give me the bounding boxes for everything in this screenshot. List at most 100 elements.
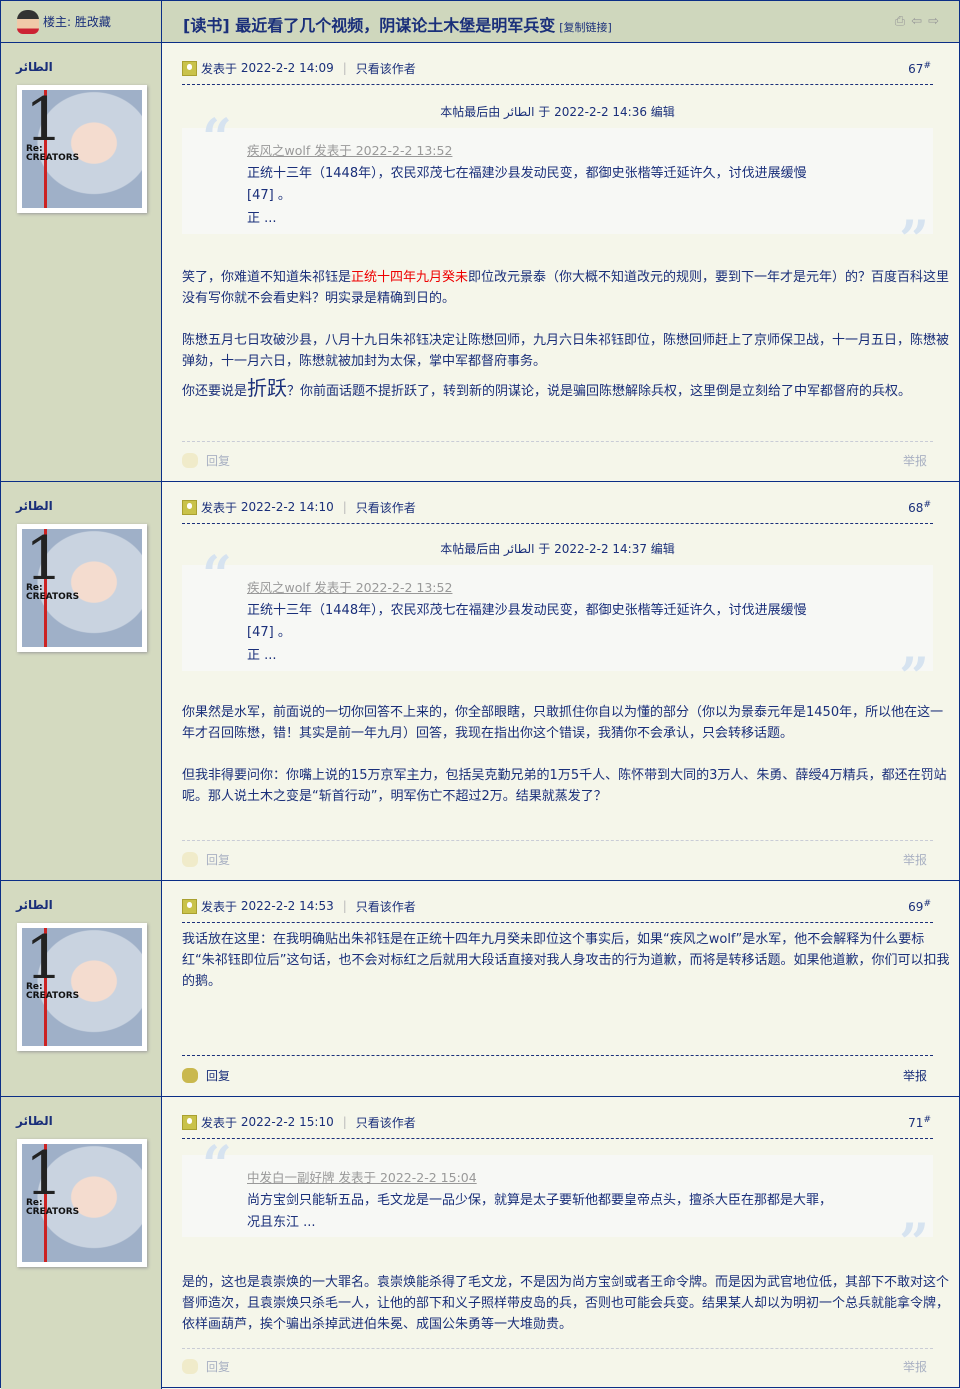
divider	[182, 922, 933, 923]
post-meta: 发表于 2022-2-2 15:10 | 只看该作者 71#	[182, 1113, 933, 1131]
floor-number[interactable]: 69#	[908, 899, 931, 914]
quote-block: “ 疾风之wolf 发表于 2022-2-2 13:52 正统十三年（1448年），…	[182, 108, 933, 265]
post-meta: 发表于 2022-2-2 14:09 | 只看该作者 67#	[182, 59, 933, 77]
quote-close-icon: ”	[899, 646, 929, 708]
reply-icon	[182, 452, 198, 468]
post-body: 笑了，你难道不知道朱祁钰是正统十四年九月癸未即位改元景泰（你大概不知道改元的规则…	[182, 267, 953, 423]
paragraph: 但我非得要问你：你嘴上说的15万京军主力，包括吴克勤兄弟的1万5千人、陈怀带到大…	[182, 768, 947, 804]
divider	[182, 1138, 933, 1139]
posted-label: 发表于	[201, 500, 238, 515]
divider	[182, 840, 933, 841]
divider	[182, 1055, 933, 1056]
thread-header: 楼主: 胜改藏 [读书] 最近看了几个视频，阴谋论土木堡是明军兵变 [复制链接] …	[1, 1, 959, 43]
posted-label: 发表于	[201, 899, 238, 914]
only-author-link[interactable]: 只看该作者	[356, 898, 416, 915]
reply-button[interactable]: 回复	[206, 851, 230, 868]
reply-icon	[182, 1358, 198, 1374]
report-button[interactable]: 举报	[903, 851, 927, 868]
post-footer: 回复 举报	[182, 450, 933, 470]
edit-note: 本帖最后由 الطائر 于 2022-2-2 14:36 编辑	[440, 105, 675, 119]
post-body: 你果然是水军，前面说的一切你回答不上来的，你全部眼瞎，只敢抓住你自以为懂的部分（…	[182, 702, 953, 828]
author-name[interactable]: الطائر	[16, 898, 53, 912]
thread-page: 楼主: 胜改藏 [读书] 最近看了几个视频，阴谋论土木堡是明军兵变 [复制链接] …	[0, 0, 960, 1389]
avatar[interactable]: 1 Re: CREATORS	[17, 923, 147, 1051]
post: الطائر 1 Re: CREATORS 发表于 2022-2-2 14:09 | 只…	[1, 43, 959, 482]
reply-icon	[182, 1067, 198, 1083]
avatar[interactable]: 1 Re: CREATORS	[17, 85, 147, 213]
only-author-link[interactable]: 只看该作者	[356, 60, 416, 77]
quote-source[interactable]: 疾风之wolf 发表于 2022-2-2 13:52	[247, 577, 933, 600]
post: الطائر 1 Re: CREATORS 发表于 2022-2-2 14:10 | 只…	[1, 482, 959, 881]
reply-button[interactable]: 回复	[206, 1358, 230, 1375]
author-sidebar: الطائر 1 Re: CREATORS	[1, 482, 162, 880]
quote-line: 尚方宝剑只能斩五品，毛文龙是一品少保，就算是太子要斩他都要皇帝点头，擅杀大臣在那…	[247, 1192, 833, 1208]
paragraph: 陈懋五月七日攻破沙县，八月十九日朱祁钰决定让陈懋回师，九月六日朱祁钰即位，陈懋回…	[182, 333, 950, 369]
only-author-link[interactable]: 只看该作者	[356, 1114, 416, 1131]
author-sidebar: الطائر 1 Re: CREATORS	[1, 881, 162, 1096]
post: الطائر 1 Re: CREATORS 发表于 2022-2-2 14:53 | 只…	[1, 881, 959, 1097]
owner-avatar-icon	[17, 9, 39, 34]
quote-line: 况且东江 ...	[247, 1215, 316, 1230]
only-author-link[interactable]: 只看该作者	[356, 499, 416, 516]
paragraph: 你果然是水军，前面说的一切你回答不上来的，你全部眼瞎，只敢抓住你自以为懂的部分（…	[182, 705, 944, 741]
post-time: 2022-2-2 15:10	[240, 1115, 334, 1129]
post-time: 2022-2-2 14:53	[240, 899, 334, 913]
post-meta: 发表于 2022-2-2 14:10 | 只看该作者 68#	[182, 498, 933, 516]
avatar[interactable]: 1 Re: CREATORS	[17, 524, 147, 652]
post-time: 2022-2-2 14:10	[240, 500, 334, 514]
quote-block: “ 疾风之wolf 发表于 2022-2-2 13:52 正统十三年（1448年），…	[182, 545, 933, 702]
next-icon[interactable]: ⇨	[928, 14, 939, 29]
quote-line: 正统十三年（1448年），农民邓茂七在福建沙县发动民变，都御史张楷等迁延许久，讨…	[247, 602, 807, 618]
thread-title-text: [读书] 最近看了几个视频，阴谋论土木堡是明军兵变	[183, 16, 556, 35]
thread-tools: ⎙ ⇦ ⇨	[895, 14, 939, 29]
divider	[182, 441, 933, 442]
user-icon	[182, 60, 197, 76]
post-body: 是的，这也是袁崇焕的一大罪名。袁崇焕能杀得了毛文龙，不是因为尚方宝剑或者王命令牌…	[182, 1272, 953, 1356]
quote-open-icon: “	[202, 545, 232, 606]
posted-label: 发表于	[201, 1115, 238, 1130]
author-name[interactable]: الطائر	[16, 1114, 53, 1128]
quote-source[interactable]: 疾风之wolf 发表于 2022-2-2 13:52	[247, 140, 933, 163]
reply-button[interactable]: 回复	[206, 452, 230, 469]
quote-block: “ 中发白一副好牌 发表于 2022-2-2 15:04 尚方宝剑只能斩五品，毛文龙…	[182, 1135, 933, 1268]
post-body: 我话放在这里：在我明确贴出朱祁钰是在正统十四年九月癸未即位这个事实后，如果“疾风…	[182, 929, 953, 1013]
user-icon	[182, 1114, 197, 1130]
edit-note: 本帖最后由 الطائر 于 2022-2-2 14:37 编辑	[440, 542, 675, 556]
author-name[interactable]: الطائر	[16, 60, 53, 74]
quote-line: 正统十三年（1448年），农民邓茂七在福建沙县发动民变，都御史张楷等迁延许久，讨…	[247, 165, 807, 181]
report-button[interactable]: 举报	[903, 452, 927, 469]
highlighted-text: 正统十四年九月癸未	[351, 270, 469, 285]
quote-open-icon: “	[202, 1135, 232, 1196]
report-button[interactable]: 举报	[903, 1358, 927, 1375]
quote-line: 正 ...	[247, 647, 277, 663]
post-time: 2022-2-2 14:09	[240, 61, 334, 75]
report-button[interactable]: 举报	[903, 1067, 927, 1084]
copy-link[interactable]: [复制链接]	[559, 21, 612, 34]
large-text: 折跃	[247, 376, 288, 400]
divider	[182, 1348, 933, 1349]
floor-number[interactable]: 71#	[908, 1115, 931, 1130]
prev-icon[interactable]: ⇦	[911, 14, 922, 29]
owner-label[interactable]: 楼主: 胜改藏	[43, 13, 111, 30]
author-sidebar: الطائر 1 Re: CREATORS	[1, 43, 162, 481]
post-footer: 回复 举报	[182, 849, 933, 869]
floor-number[interactable]: 67#	[908, 61, 931, 76]
paragraph: 是的，这也是袁崇焕的一大罪名。袁崇焕能杀得了毛文龙，不是因为尚方宝剑或者王命令牌…	[182, 1275, 950, 1332]
divider	[182, 84, 933, 85]
user-icon	[182, 499, 197, 515]
avatar[interactable]: 1 Re: CREATORS	[17, 1139, 147, 1267]
divider	[182, 523, 933, 524]
reply-button[interactable]: 回复	[206, 1067, 230, 1084]
author-name[interactable]: الطائر	[16, 499, 53, 513]
floor-number[interactable]: 68#	[908, 500, 931, 515]
print-icon[interactable]: ⎙	[895, 14, 905, 29]
quote-source[interactable]: 中发白一副好牌 发表于 2022-2-2 15:04	[247, 1167, 933, 1190]
thread-owner[interactable]: 楼主: 胜改藏	[1, 1, 162, 42]
quote-close-icon: ”	[899, 209, 929, 271]
quote-open-icon: “	[202, 108, 232, 169]
reply-icon	[182, 851, 198, 867]
post-meta: 发表于 2022-2-2 14:53 | 只看该作者 69#	[182, 897, 933, 915]
quote-line: [47] 。	[247, 625, 291, 640]
posted-label: 发表于	[201, 61, 238, 76]
quote-line: [47] 。	[247, 188, 291, 203]
